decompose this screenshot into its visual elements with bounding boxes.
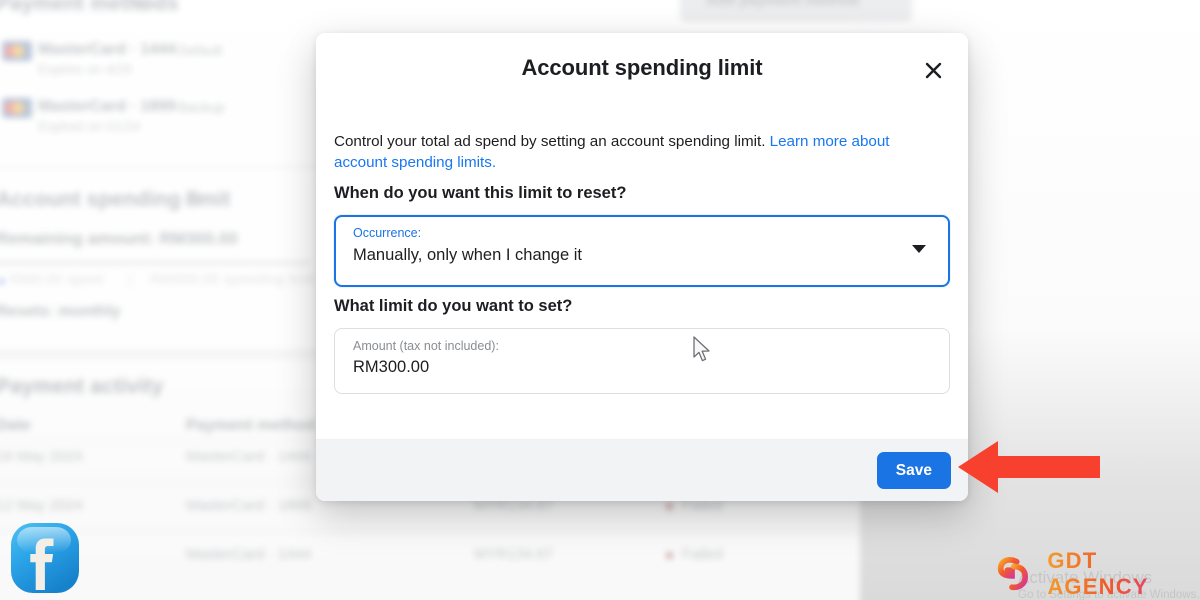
mastercard-icon (2, 98, 32, 118)
occurrence-label: Occurrence: (353, 225, 422, 240)
activity-row-method: MasterCard · 1444 (186, 546, 312, 563)
table-divider (0, 531, 860, 532)
gdt-agency-logo: GDT AGENCY (996, 548, 1196, 599)
payment-card-name: MasterCard · 1444 (38, 41, 176, 58)
payment-card-name: MasterCard · 1899 (38, 98, 176, 115)
payment-methods-title: Payment methods (0, 0, 179, 15)
info-icon[interactable]: i (185, 192, 200, 207)
gdt-agency-logo-text: GDT AGENCY (1047, 548, 1196, 600)
amount-value: RM300.00 (353, 357, 430, 376)
close-button[interactable] (915, 52, 951, 88)
dialog-header: Account spending limit (316, 33, 968, 109)
reset-question-label: When do you want this limit to reset? (334, 183, 627, 202)
amount-input[interactable]: Amount (tax not included): RM300.00 (334, 327, 950, 394)
payment-card-expiry: Expired on 01/24 (38, 119, 141, 134)
dialog-description-text: Control your total ad spend by setting a… (334, 133, 770, 150)
gdt-monogram-icon (997, 557, 1029, 591)
activity-row-method: MasterCard · 1899 (186, 497, 312, 514)
activity-row-method: MasterCard · 1444 (186, 448, 312, 465)
close-icon (925, 62, 941, 78)
status-dot (666, 503, 673, 510)
column-header-payment-method: Payment method (186, 417, 315, 434)
dialog-body: Control your total ad spend by setting a… (316, 109, 968, 439)
dialog-footer: Save (316, 439, 968, 501)
spending-limit-text: RM300.00 spending limit (150, 271, 316, 288)
account-spending-limit-dialog: Account spending limit Control your tota… (316, 33, 968, 501)
add-payment-method-label: Add payment method (706, 0, 860, 9)
resets-text: Resets: monthly (0, 303, 121, 320)
screen-root: Payment methods i Add payment method Mas… (0, 0, 1200, 600)
spending-progress-bar (0, 261, 310, 265)
spent-amount-text: RM0.00 spent (10, 271, 104, 288)
column-header-date: Date (0, 417, 31, 434)
activity-row-date: 12 May 2024 (0, 497, 83, 514)
activity-row-status: Failed (682, 546, 723, 563)
save-button[interactable]: Save (876, 452, 951, 489)
dialog-title: Account spending limit (521, 55, 763, 80)
dialog-description: Control your total ad spend by setting a… (334, 131, 934, 174)
limit-question-label: What limit do you want to set? (334, 296, 573, 315)
payment-card-badge: Backup (178, 99, 225, 115)
payment-card-badge: Default (178, 42, 223, 58)
payment-activity-title: Payment activity (0, 375, 164, 398)
status-dot (666, 552, 673, 559)
payment-card-expiry: Expires on 4/29 (38, 62, 132, 77)
mastercard-icon (2, 41, 32, 61)
activity-row-amount: MYR134.67 (474, 546, 554, 563)
occurrence-value: Manually, only when I change it (353, 245, 582, 264)
amount-label: Amount (tax not included): (353, 338, 499, 353)
spent-limit-separator: | (128, 271, 132, 288)
chevron-down-icon (912, 244, 926, 253)
remaining-amount-text: Remaining amount: RM300.00 (0, 229, 238, 248)
activity-row-date: 16 May 2024 (0, 448, 83, 465)
occurrence-select[interactable]: Occurrence: Manually, only when I change… (334, 214, 950, 287)
facebook-icon (11, 523, 79, 593)
